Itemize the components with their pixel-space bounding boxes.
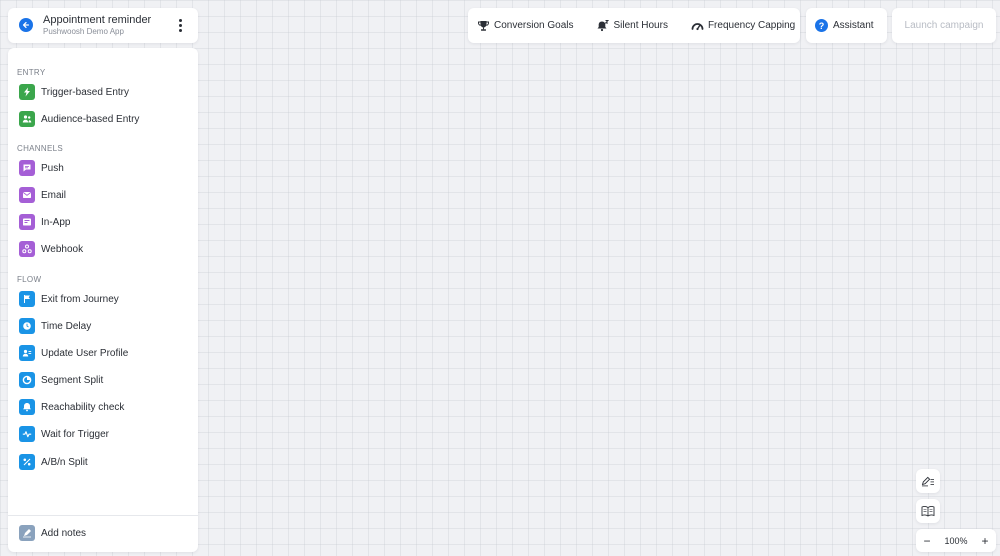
sidebar-item-label: Segment Split — [41, 374, 104, 386]
frequency-capping-button[interactable]: Frequency Capping — [691, 20, 795, 32]
sidebar-item-webhook[interactable]: Webhook — [19, 240, 83, 258]
assistant-label: Assistant — [833, 20, 874, 31]
help-icon: ? — [815, 19, 828, 32]
segment-icon — [19, 372, 35, 388]
sidebar-item-time-delay[interactable]: Time Delay — [19, 317, 91, 335]
back-arrow-icon[interactable] — [19, 18, 33, 32]
bell-check-icon — [19, 399, 35, 415]
zoom-in-button[interactable]: + — [979, 534, 991, 548]
sidebar-item-label: Exit from Journey — [41, 293, 119, 305]
sidebar-item-label: Trigger-based Entry — [41, 86, 129, 98]
edit-notes-icon — [921, 476, 934, 487]
sidebar-item-label: Audience-based Entry — [41, 113, 140, 125]
add-notes-label: Add notes — [41, 527, 87, 539]
launch-campaign-label: Launch campaign — [904, 20, 984, 31]
user-profile-icon — [19, 345, 35, 361]
app-name: Pushwoosh Demo App — [43, 27, 124, 36]
sidebar-item-audience-based-entry[interactable]: Audience-based Entry — [19, 110, 139, 128]
sidebar-item-label: Push — [41, 162, 64, 174]
sidebar-item-reachability-check[interactable]: Reachability check — [19, 398, 124, 416]
add-notes-button[interactable]: Add notes — [19, 524, 86, 542]
bell-snooze-icon — [597, 19, 610, 31]
trophy-icon — [478, 20, 489, 31]
email-icon — [19, 187, 35, 203]
frequency-capping-label: Frequency Capping — [707, 20, 796, 31]
clock-icon — [19, 318, 35, 334]
sidebar-item-segment-split[interactable]: Segment Split — [19, 371, 103, 389]
sidebar-divider — [8, 515, 198, 516]
zoom-controls: − 100% + — [916, 529, 996, 552]
sidebar-item-label: Email — [41, 189, 67, 201]
book-icon — [921, 506, 935, 517]
sidebar-item-label: In-App — [41, 216, 71, 228]
conversion-goals-button[interactable]: Conversion Goals — [477, 20, 573, 32]
sidebar-item-exit-from-journey[interactable]: Exit from Journey — [19, 290, 119, 308]
notes-toggle-button[interactable] — [916, 469, 940, 493]
sidebar-item-label: Webhook — [41, 243, 84, 255]
sidebar-item-label: A/B/n Split — [41, 456, 88, 468]
in-app-icon — [19, 214, 35, 230]
launch-campaign-button[interactable]: Launch campaign — [892, 8, 996, 43]
audience-icon — [19, 111, 35, 127]
section-label-entry: ENTRY — [17, 68, 46, 77]
percent-icon — [19, 454, 35, 470]
more-options-icon[interactable] — [174, 17, 186, 34]
zoom-level: 100% — [944, 535, 968, 546]
sidebar-item-label: Time Delay — [41, 320, 92, 332]
sidebar-item-in-app[interactable]: In-App — [19, 213, 70, 231]
sidebar-item-email[interactable]: Email — [19, 186, 66, 204]
webhook-icon — [19, 241, 35, 257]
flag-icon — [19, 291, 35, 307]
sidebar-item-label: Update User Profile — [41, 347, 129, 359]
sidebar-item-update-user-profile[interactable]: Update User Profile — [19, 344, 128, 362]
campaign-settings-toolbar: Conversion Goals Silent Hours Frequency … — [468, 8, 800, 43]
sidebar-item-label: Wait for Trigger — [41, 428, 109, 440]
pulse-icon — [19, 426, 35, 442]
notes-icon — [19, 525, 35, 541]
lightning-icon — [19, 84, 35, 100]
assistant-button[interactable]: ? Assistant — [806, 8, 887, 43]
documentation-button[interactable] — [916, 499, 940, 523]
sidebar-item-wait-for-trigger[interactable]: Wait for Trigger — [19, 425, 109, 443]
sidebar-item-trigger-based-entry[interactable]: Trigger-based Entry — [19, 83, 129, 101]
section-label-channels: CHANNELS — [17, 144, 63, 153]
sidebar-item-push[interactable]: Push — [19, 159, 64, 177]
elements-sidebar: ENTRY Trigger-based Entry Audience-based… — [8, 48, 198, 552]
section-label-flow: FLOW — [17, 275, 42, 284]
journey-title-card: Appointment reminder Pushwoosh Demo App — [8, 8, 198, 43]
silent-hours-label: Silent Hours — [613, 20, 668, 31]
push-icon — [19, 160, 35, 176]
journey-title[interactable]: Appointment reminder — [43, 14, 151, 26]
conversion-goals-label: Conversion Goals — [494, 20, 574, 31]
speedometer-icon — [691, 22, 704, 30]
sidebar-item-label: Reachability check — [41, 401, 125, 413]
silent-hours-button[interactable]: Silent Hours — [596, 19, 668, 32]
zoom-out-button[interactable]: − — [921, 534, 933, 548]
sidebar-item-abn-split[interactable]: A/B/n Split — [19, 453, 88, 471]
